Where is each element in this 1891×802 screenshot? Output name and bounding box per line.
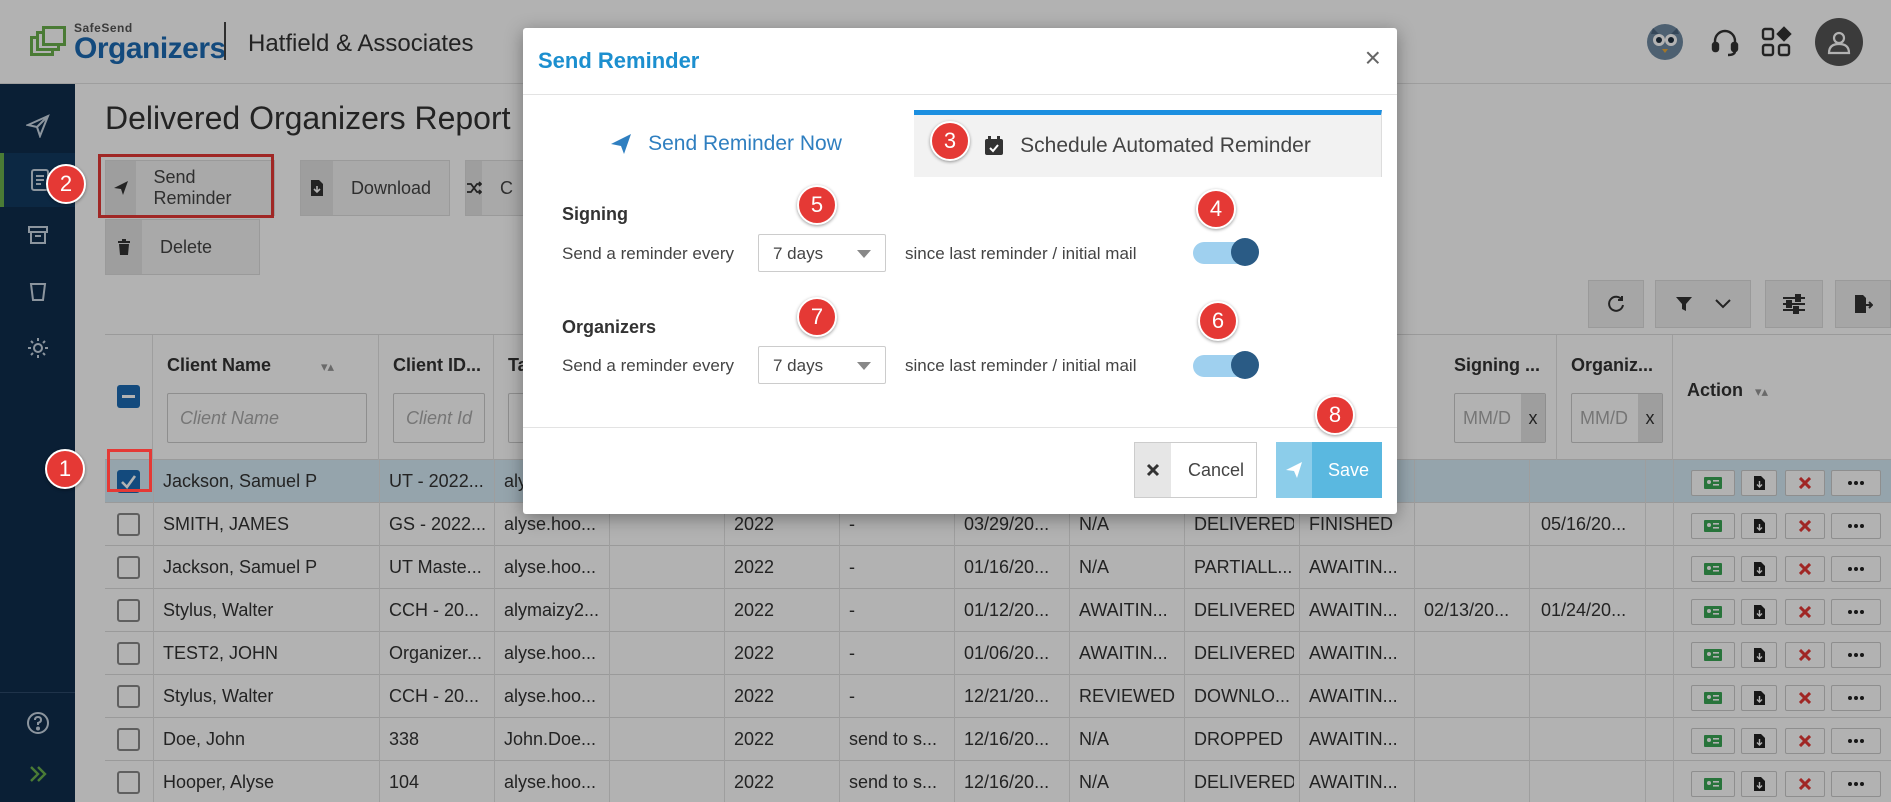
organizers-prefix: Send a reminder every <box>562 356 734 375</box>
signing-prefix: Send a reminder every <box>562 244 734 263</box>
modal-title: Send Reminder <box>538 48 700 73</box>
step-marker-8: 8 <box>1315 395 1355 435</box>
modal-footer-divider <box>523 427 1397 428</box>
step-marker-6: 6 <box>1198 301 1238 341</box>
step-marker-2: 2 <box>46 164 86 204</box>
organizers-interval-select[interactable]: 7 days <box>758 346 886 384</box>
caret-down-icon <box>857 250 871 258</box>
step-marker-1: 1 <box>45 449 85 489</box>
calendar-icon <box>985 136 1004 155</box>
paper-plane-icon <box>1276 442 1312 498</box>
app: SafeSend Organizers Hatfield & Associate… <box>0 0 1891 802</box>
organizers-toggle[interactable] <box>1193 351 1259 379</box>
signing-toggle[interactable] <box>1193 238 1259 266</box>
cancel-button[interactable]: Cancel <box>1134 442 1257 498</box>
tab-send-reminder-now[interactable]: Send Reminder Now <box>538 110 914 177</box>
paper-plane-icon <box>611 133 632 154</box>
organizers-title: Organizers <box>562 317 657 337</box>
save-button[interactable]: Save <box>1276 442 1382 498</box>
step-marker-7: 7 <box>797 297 837 337</box>
highlight-row-checkbox <box>107 449 152 492</box>
close-x-icon <box>1135 443 1171 497</box>
modal-divider <box>523 94 1397 95</box>
tab-schedule-automated-reminder[interactable]: Schedule Automated Reminder <box>914 110 1382 177</box>
signing-suffix: since last reminder / initial mail <box>905 244 1137 263</box>
step-marker-3: 3 <box>930 121 970 161</box>
close-icon[interactable]: × <box>1365 42 1381 74</box>
send-reminder-modal: Send Reminder × Send Reminder Now Schedu… <box>523 28 1397 514</box>
step-marker-5: 5 <box>797 185 837 225</box>
signing-interval-select[interactable]: 7 days <box>758 234 886 272</box>
signing-title: Signing <box>562 204 628 224</box>
step-marker-4: 4 <box>1196 189 1236 229</box>
caret-down-icon <box>857 362 871 370</box>
organizers-suffix: since last reminder / initial mail <box>905 356 1137 375</box>
